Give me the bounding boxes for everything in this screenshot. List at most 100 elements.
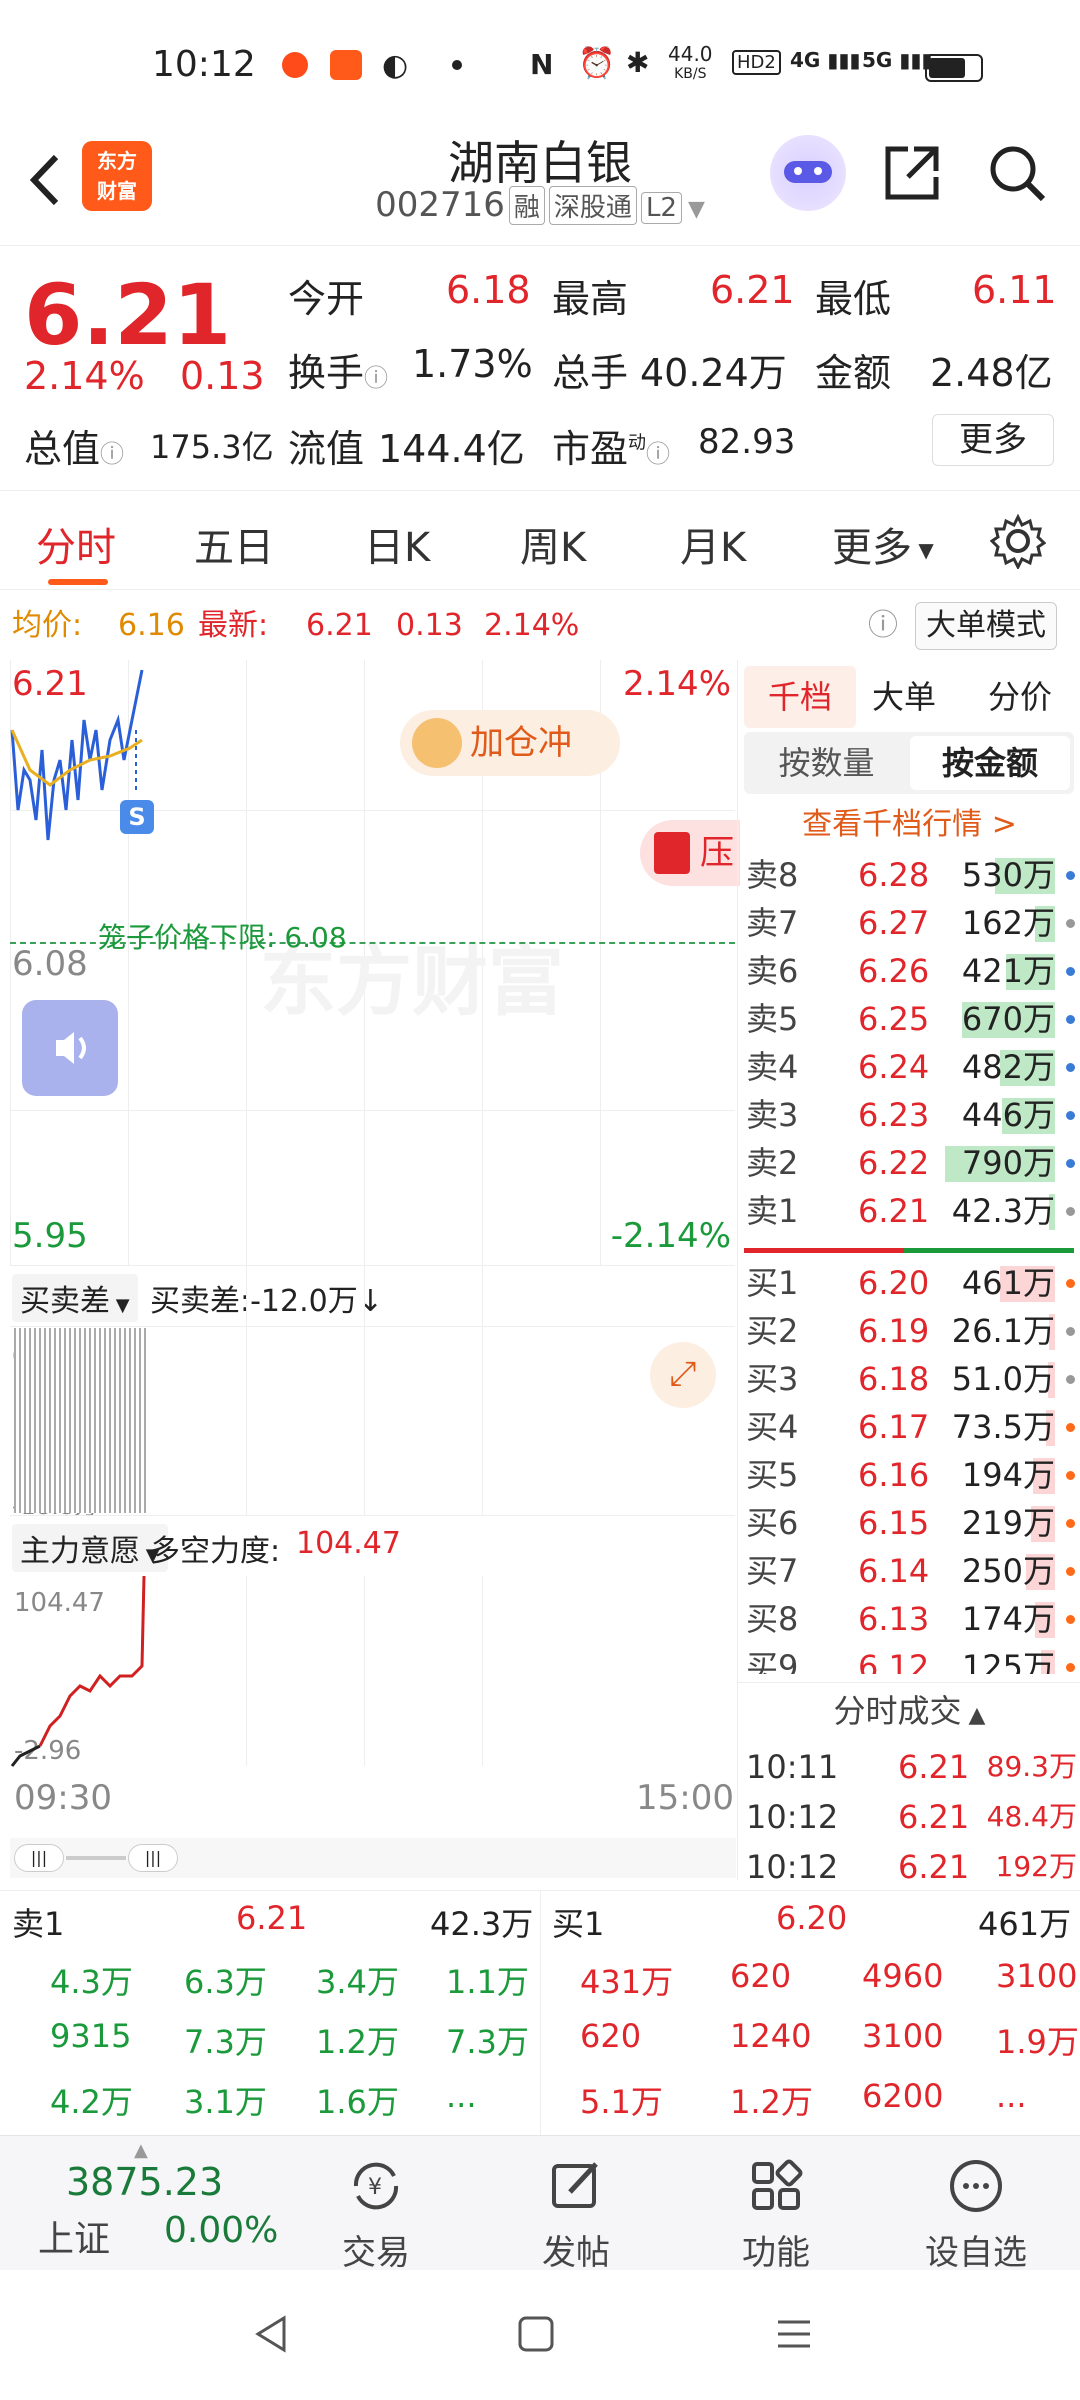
expand-icon[interactable]: ⤢ (650, 1342, 716, 1408)
promo-side-button[interactable]: 压 (640, 820, 740, 886)
ask-label: 卖5 (746, 1000, 799, 1038)
ask-row[interactable]: 卖4 6.24 482万 (738, 1044, 1080, 1090)
qt-sell-cell: 7.3万 (446, 2023, 529, 2061)
qt-buy-vol: 461万 (978, 1905, 1072, 1943)
trades-title[interactable]: 分时成交 ▲ (738, 1684, 1080, 1743)
search-icon[interactable] (985, 141, 1049, 205)
ask-row[interactable]: 卖7 6.27 162万 (738, 900, 1080, 946)
tab-intraday[interactable]: 分时 (36, 515, 116, 573)
bid-row[interactable]: 买5 6.16 194万 (738, 1452, 1080, 1498)
indicator-select-2[interactable]: 主力意愿 ▼ (12, 1524, 168, 1572)
time-end: 15:00 (636, 1778, 734, 1818)
help-icon[interactable]: ⓘ (868, 596, 898, 656)
nav-back-icon[interactable] (250, 2312, 294, 2356)
bid-row[interactable]: 买4 6.17 73.5万 (738, 1404, 1080, 1450)
nav-menu-icon[interactable] (774, 2314, 814, 2354)
open-value: 6.18 (446, 268, 531, 312)
tab-underline (48, 579, 108, 585)
ask-price: 6.21 (858, 1192, 930, 1230)
big-order-mode-button[interactable]: 大单模式 (915, 602, 1057, 650)
mode-by-quantity[interactable]: 按数量 (744, 732, 909, 794)
ask-label: 卖8 (746, 856, 799, 894)
ask-row[interactable]: 卖3 6.23 446万 (738, 1092, 1080, 1138)
qt-sell-vol: 42.3万 (430, 1905, 534, 1943)
app-notif-icon (282, 52, 308, 78)
intraday-chart[interactable]: 东方财富 6.21 2.14% 笼子价格下限: 6.08 6.08 5.95 -… (10, 660, 740, 1265)
tab-5day[interactable]: 五日 (194, 515, 274, 573)
qt-buy-cell: 1.2万 (730, 2083, 813, 2121)
qt-sell-cell: 9315 (50, 2017, 132, 2055)
tab-big-orders[interactable]: 大单 (872, 666, 936, 728)
index-value: 3875.23 (66, 2160, 224, 2204)
signal-5g-icon: 5G ▮▮▮ (862, 48, 933, 72)
current-price: 6.21 (24, 266, 232, 364)
trade-time: 10:11 (746, 1748, 839, 1786)
status-dot (1066, 1015, 1075, 1024)
battery-icon (925, 54, 983, 82)
promo-add-position-button[interactable]: 加仓冲 (400, 710, 620, 776)
ask-row[interactable]: 卖6 6.26 421万 (738, 948, 1080, 994)
more-button[interactable]: 更多 (932, 414, 1054, 466)
ask-row[interactable]: 卖5 6.25 670万 (738, 996, 1080, 1042)
trade-volume: 89.3万 (986, 1750, 1077, 1783)
bid-row[interactable]: 买2 6.19 26.1万 (738, 1308, 1080, 1354)
chart-scrollbar[interactable]: ||| ||| (10, 1838, 736, 1878)
bid-row[interactable]: 买1 6.20 461万 (738, 1260, 1080, 1306)
qt-buy-cell: ... (996, 2077, 1027, 2115)
bid-volume: 219万 (961, 1504, 1055, 1542)
qt-sell-cell: 1.2万 (316, 2023, 399, 2061)
cow-icon (412, 718, 462, 768)
status-dot (1066, 1279, 1075, 1288)
tab-depth[interactable]: 千档 (744, 666, 856, 728)
bid-row[interactable]: 买7 6.14 250万 (738, 1548, 1080, 1594)
pe-value: 82.93 (698, 422, 796, 462)
ask-price: 6.24 (858, 1048, 930, 1086)
view-depth-link[interactable]: 查看千档行情 > (738, 800, 1080, 850)
tab-more[interactable]: 更多 ▼ (832, 515, 934, 573)
ask-row[interactable]: 卖2 6.22 790万 (738, 1140, 1080, 1186)
bid-price: 6.15 (858, 1504, 930, 1542)
bid-row[interactable]: 买9 6.12 125万 (738, 1644, 1080, 1674)
open-label: 今开 (288, 277, 365, 321)
volume-value: 40.24万 (640, 351, 787, 395)
main-force-chart[interactable]: 主力意愿 ▼ 多空力度: 104.47 104.47 -2.96 (10, 1515, 735, 1775)
ask-volume: 421万 (961, 952, 1055, 990)
latest-value: 6.21 (306, 608, 373, 643)
index-ticker[interactable]: ▲ 3875.23 上证 0.00% (14, 2136, 278, 2271)
tab-weekly-k[interactable]: 周K (520, 515, 586, 573)
bid-row[interactable]: 买6 6.15 219万 (738, 1500, 1080, 1546)
ask-row[interactable]: 卖1 6.21 42.3万 (738, 1188, 1080, 1234)
buy-sell-diff-chart[interactable]: 买卖差 ▼ 买卖差:-12.0万↓ 0 -18.8万 ⤢ (10, 1265, 735, 1520)
bid-price: 6.14 (858, 1552, 930, 1590)
alarm-icon: ⏰ (578, 46, 616, 81)
settings-gear-icon[interactable] (990, 513, 1046, 569)
trade-row: 10:11 6.21 89.3万 (738, 1744, 1080, 1790)
sound-button[interactable] (22, 1000, 118, 1096)
indicator-select-1[interactable]: 买卖差 ▼ (12, 1274, 138, 1322)
tab-price-dist[interactable]: 分价 (988, 666, 1052, 728)
tab-monthly-k[interactable]: 月K (680, 515, 746, 573)
share-icon[interactable] (880, 141, 944, 205)
tab-trade[interactable]: ¥ 交易 (306, 2156, 446, 2274)
ask-volume: 446万 (961, 1096, 1055, 1134)
mid-price-label: 6.08 (12, 944, 88, 984)
robot-assistant-icon[interactable] (770, 135, 846, 211)
scroll-handle-right[interactable]: ||| (128, 1844, 178, 1872)
tab-daily-k[interactable]: 日K (364, 515, 430, 573)
dropdown-icon[interactable]: ▼ (688, 197, 705, 222)
ask-row[interactable]: 卖8 6.28 530万 (738, 852, 1080, 898)
avg-value: 6.16 (118, 608, 185, 643)
trade-icon: ¥ (353, 2162, 399, 2210)
nav-home-icon[interactable] (516, 2314, 556, 2354)
mode-by-amount[interactable]: 按金额 (910, 736, 1070, 790)
trade-price: 6.21 (898, 1798, 970, 1836)
bid-row[interactable]: 买8 6.13 174万 (738, 1596, 1080, 1642)
tab-post[interactable]: 发帖 (506, 2156, 646, 2274)
tab-add-watchlist[interactable]: 设自选 (906, 2156, 1046, 2274)
net-speed: 44.0 KB/S (668, 42, 713, 82)
scroll-handle-left[interactable]: ||| (14, 1844, 64, 1872)
qt-buy-cell: 4960 (862, 1957, 944, 1995)
tab-functions[interactable]: 功能 (706, 2156, 846, 2274)
bid-row[interactable]: 买3 6.18 51.0万 (738, 1356, 1080, 1402)
s-badge[interactable]: S (120, 800, 154, 834)
